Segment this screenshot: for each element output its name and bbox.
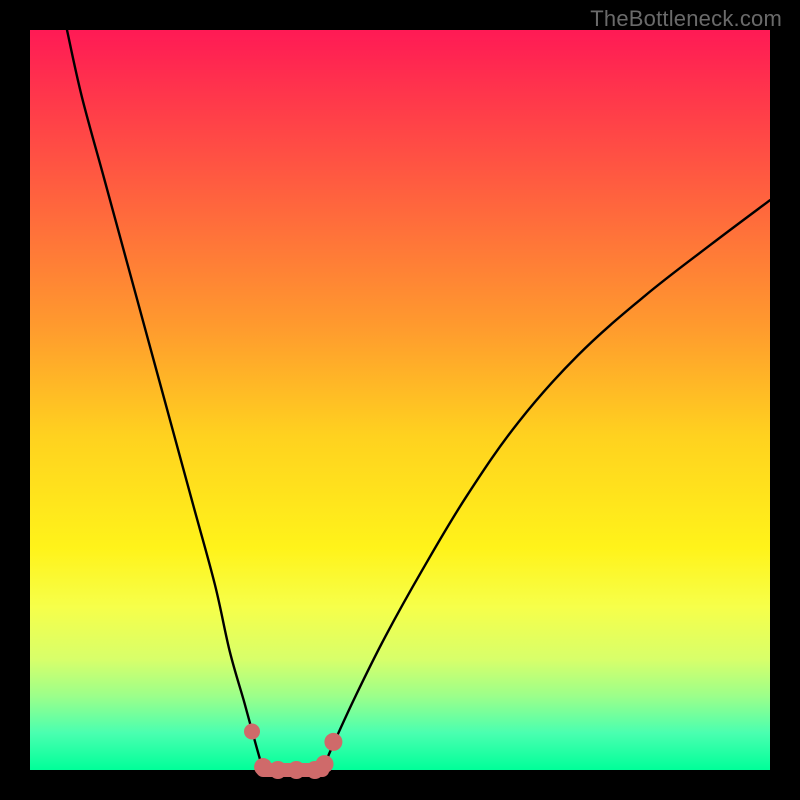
watermark-text: TheBottleneck.com xyxy=(590,6,782,32)
marker-flat-start xyxy=(254,758,272,776)
chart-frame: TheBottleneck.com xyxy=(0,0,800,800)
chart-svg xyxy=(30,30,770,770)
marker-flat-a xyxy=(269,761,287,779)
series-curve-left xyxy=(67,30,263,770)
curves-layer xyxy=(67,30,770,770)
marker-dot-left xyxy=(244,724,260,740)
series-curve-right xyxy=(322,200,770,770)
marker-dot-right-upper xyxy=(324,733,342,751)
marker-flat-b xyxy=(287,761,305,779)
marker-flat-end xyxy=(316,755,334,773)
plot-area xyxy=(30,30,770,770)
